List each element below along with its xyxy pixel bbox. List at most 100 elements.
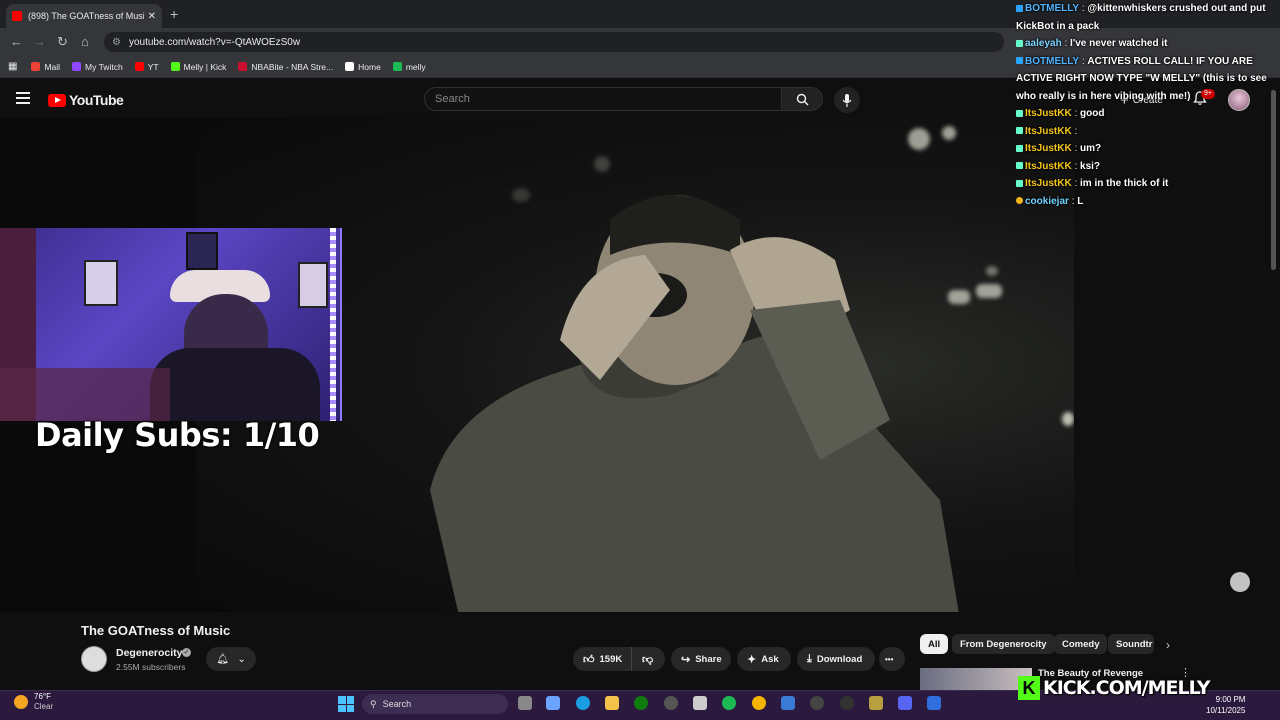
chat-badge-icon: [1016, 57, 1023, 65]
chat-text: im in the thick of it: [1080, 178, 1169, 189]
bookmark-item[interactable]: melly: [392, 61, 426, 72]
bookmark-item[interactable]: Melly | Kick: [170, 61, 227, 72]
file-explorer-icon[interactable]: [605, 696, 619, 710]
chat-badge-icon: [1016, 179, 1023, 187]
url-field[interactable]: ⚙ youtube.com/watch?v=-QtAWOEzS0w: [104, 32, 1004, 52]
channel-avatar[interactable]: [81, 646, 107, 672]
like-count: 159K: [599, 653, 623, 665]
chat-text: good: [1080, 108, 1105, 119]
chrome-icon[interactable]: [752, 696, 766, 710]
taskbar-search[interactable]: ⚲ Search: [362, 694, 508, 714]
edge-icon[interactable]: [576, 696, 590, 710]
home-icon[interactable]: ⌂: [81, 34, 89, 49]
chat-username: BOTMELLY: [1025, 3, 1080, 14]
system-clock[interactable]: 9:00 PM 10/11/2025: [1206, 694, 1245, 716]
chat-username: ItsJustKK: [1025, 160, 1072, 172]
bookmark-item[interactable]: Mail: [31, 62, 60, 72]
discord-icon[interactable]: [898, 696, 912, 710]
close-tab-icon[interactable]: ✕: [148, 11, 156, 22]
kick-watermark: K KICK.COM/MELLY: [1018, 676, 1211, 700]
bookmark-label: Melly | Kick: [183, 61, 227, 72]
weather-widget[interactable]: 76°F Clear: [14, 692, 53, 712]
new-tab-button[interactable]: +: [170, 6, 178, 22]
subscriber-count: 2.55M subscribers: [116, 662, 186, 672]
chat-username: ItsJustKK: [1025, 125, 1072, 137]
bookmark-label: YT: [147, 61, 159, 72]
chat-badge-icon: [1016, 144, 1023, 152]
download-label: Download: [816, 653, 863, 665]
game-icon[interactable]: [869, 696, 883, 710]
task-view-icon[interactable]: [518, 696, 532, 710]
chat-message: ItsJustKK : good: [1016, 105, 1276, 123]
bookmark-label: Home: [358, 61, 381, 72]
filter-chip[interactable]: Comedy: [1054, 634, 1108, 654]
chat-badge-icon: [1016, 197, 1023, 205]
youtube-logo[interactable]: YouTube: [48, 92, 124, 108]
store-icon[interactable]: [693, 696, 707, 710]
bookmark-favicon-icon: [31, 62, 41, 71]
chat-text: um?: [1080, 143, 1102, 154]
filter-chip[interactable]: All: [920, 634, 949, 654]
tab-title: (898) The GOATness of Music: [28, 11, 144, 21]
apps-grid-icon[interactable]: ▦: [8, 61, 17, 72]
ask-button[interactable]: ✦ Ask: [737, 647, 791, 671]
filter-chip[interactable]: From Degenerocity: [952, 634, 1055, 654]
share-label: Share: [695, 653, 722, 665]
bookmark-favicon-icon: [238, 62, 248, 71]
windows-start-icon[interactable]: [338, 696, 354, 712]
bookmark-favicon-icon: [72, 62, 82, 71]
download-button[interactable]: ⤓ Download: [797, 647, 875, 671]
channel-name[interactable]: Degenerocity: [116, 647, 183, 659]
like-button[interactable]: 👍︎ 159K: [573, 647, 631, 671]
search-icon: [796, 93, 808, 105]
bookmark-label: Mail: [44, 61, 61, 72]
browser-tab[interactable]: (898) The GOATness of Music ✕: [6, 4, 162, 28]
floating-emoji-icon[interactable]: [1230, 572, 1250, 592]
share-button[interactable]: ↪ Share: [671, 647, 731, 671]
back-icon[interactable]: ←: [10, 34, 23, 49]
bookmark-label: My Twitch: [85, 61, 123, 72]
url-text: youtube.com/watch?v=-QtAWOEzS0w: [128, 36, 301, 48]
search-input[interactable]: Search: [424, 87, 782, 111]
obs-icon[interactable]: [664, 696, 678, 710]
chevron-down-icon: ⌄: [237, 653, 246, 665]
app2-icon[interactable]: [927, 696, 941, 710]
chat-message: BOTMELLY : ACTIVES ROLL CALL! IF YOU ARE…: [1016, 55, 1267, 102]
more-actions-button[interactable]: •••: [879, 647, 905, 671]
bookmark-item[interactable]: YT: [134, 61, 159, 72]
xbox-icon[interactable]: [634, 696, 648, 710]
hamburger-menu-icon[interactable]: [16, 92, 30, 104]
bookmark-favicon-icon: [134, 62, 144, 71]
youtube-favicon-icon: [12, 11, 22, 21]
voice-search-button[interactable]: [834, 87, 860, 113]
filter-chip[interactable]: Soundtr: [1108, 634, 1154, 654]
taskbar-search-label: Search: [382, 699, 412, 709]
forward-icon[interactable]: →: [33, 34, 46, 49]
download-icon: ⤓: [807, 652, 812, 665]
kick-url: KICK.COM/MELLY: [1043, 677, 1211, 699]
bookmark-item[interactable]: Home: [345, 62, 381, 72]
site-info-icon[interactable]: ⚙: [112, 37, 121, 48]
bookmark-label: melly: [405, 61, 426, 72]
bookmark-item[interactable]: NBABite - NBA Stre...: [238, 62, 333, 72]
search-button[interactable]: [781, 87, 823, 111]
copilot-icon[interactable]: [546, 696, 560, 710]
media-player-icon[interactable]: [810, 696, 824, 710]
chat-badge-icon: [1016, 162, 1023, 170]
dislike-button[interactable]: 👎︎: [631, 647, 665, 671]
photos-icon[interactable]: [781, 696, 795, 710]
reload-icon[interactable]: ↻: [57, 34, 68, 50]
weather-temp: 76°F: [34, 692, 51, 701]
app-icon[interactable]: [840, 696, 854, 710]
page-scrollbar[interactable]: [1271, 90, 1276, 270]
recommendation-thumbnail[interactable]: [920, 668, 1032, 690]
subscription-notification-button[interactable]: 🔔︎ ⌄: [206, 647, 256, 671]
spotify-icon[interactable]: [722, 696, 736, 710]
bookmark-item[interactable]: My Twitch: [72, 62, 123, 72]
bookmark-favicon-icon: [345, 62, 355, 71]
thumbs-down-icon: 👎︎: [642, 653, 654, 666]
chat-message: cookiejar : L: [1016, 193, 1276, 211]
webcam-overlay: [0, 228, 342, 421]
chevron-right-icon[interactable]: ›: [1166, 638, 1170, 652]
daily-subs-counter: Daily Subs: 1/10: [35, 416, 320, 454]
